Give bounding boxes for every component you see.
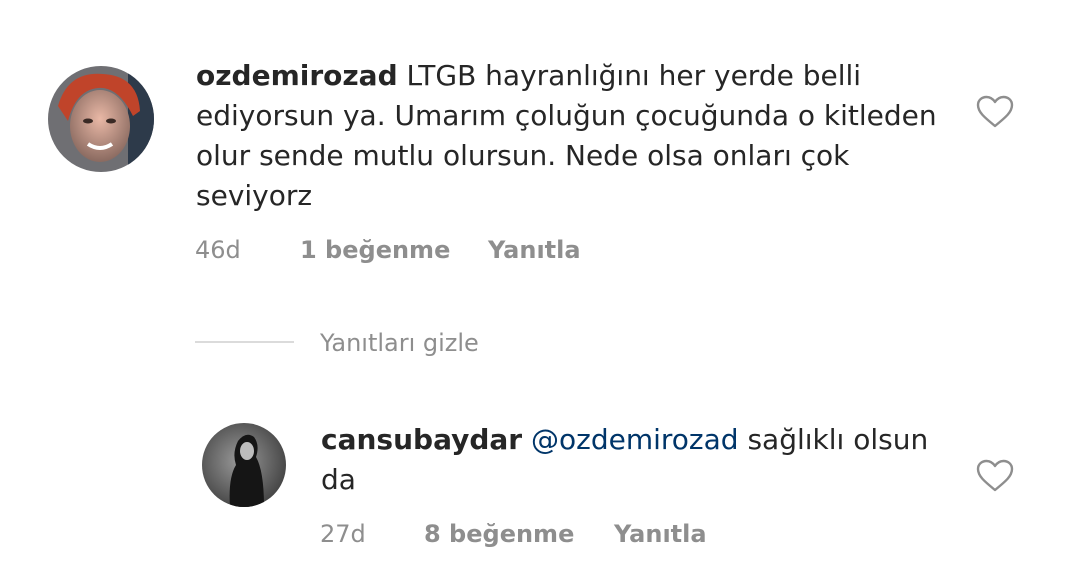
comment-timestamp: 46d bbox=[195, 236, 241, 264]
reply-button[interactable]: Yanıtla bbox=[488, 236, 581, 264]
comment-username[interactable]: ozdemirozad bbox=[196, 59, 398, 92]
comment-text: ozdemirozad LTGB hayranlığını her yerde … bbox=[196, 56, 956, 216]
heart-outline-icon[interactable] bbox=[976, 95, 1014, 129]
heart-outline-icon[interactable] bbox=[976, 459, 1014, 493]
comment-likes-count[interactable]: 1 beğenme bbox=[300, 236, 450, 264]
comment-username[interactable]: cansubaydar bbox=[321, 423, 522, 456]
avatar-image bbox=[202, 423, 286, 507]
comment-timestamp: 27d bbox=[320, 520, 366, 548]
hide-replies-button[interactable]: Yanıtları gizle bbox=[320, 329, 479, 357]
avatar-cansubaydar[interactable] bbox=[202, 423, 286, 507]
avatar-ozdemirozad[interactable] bbox=[48, 66, 154, 172]
avatar-image bbox=[48, 66, 154, 172]
mention-link[interactable]: @ozdemirozad bbox=[531, 423, 739, 456]
reply-button[interactable]: Yanıtla bbox=[614, 520, 707, 548]
comment-likes-count[interactable]: 8 beğenme bbox=[424, 520, 574, 548]
replies-divider-line bbox=[195, 341, 294, 343]
reply-text: cansubaydar @ozdemirozad sağlıklı olsun … bbox=[321, 420, 941, 500]
